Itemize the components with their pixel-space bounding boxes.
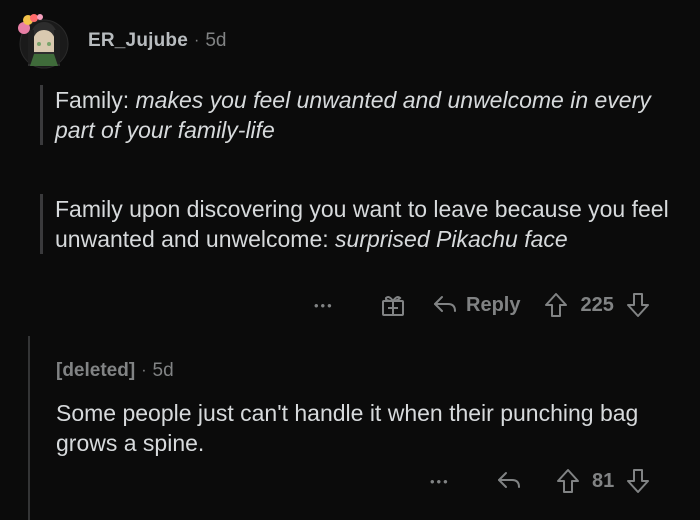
- downvote-button[interactable]: [626, 292, 650, 318]
- comment-body: Some people just can't handle it when th…: [56, 400, 639, 456]
- quote-block-2: Family upon discovering you want to leav…: [40, 194, 675, 254]
- comment-header: ER_Jujube · 5d: [88, 30, 226, 52]
- quote-1-italic: makes you feel unwanted and unwelcome in…: [55, 87, 651, 143]
- reply-arrow-icon[interactable]: [496, 470, 522, 492]
- downvote-button[interactable]: [626, 468, 650, 494]
- quote-1-prefix: Family:: [55, 87, 136, 113]
- reply-arrow-icon: [432, 294, 458, 316]
- more-options-button[interactable]: •••: [314, 298, 354, 313]
- username[interactable]: ER_Jujube: [88, 30, 188, 52]
- reply-label: Reply: [466, 293, 521, 316]
- comment-header: [deleted] · 5d: [56, 360, 174, 382]
- quote-block-1: Family: makes you feel unwanted and unwe…: [40, 85, 675, 145]
- comment-age: 5d: [152, 360, 174, 381]
- quote-2-italic: surprised Pikachu face: [335, 226, 568, 252]
- avatar[interactable]: [14, 8, 70, 70]
- upvote-button[interactable]: [556, 468, 580, 494]
- vote-score: 225: [580, 293, 614, 316]
- more-options-button[interactable]: •••: [430, 474, 466, 489]
- comment-age: 5d: [205, 30, 227, 51]
- reply-button[interactable]: Reply: [432, 294, 520, 317]
- username: [deleted]: [56, 360, 136, 381]
- separator-dot: ·: [194, 32, 200, 49]
- separator-dot: ·: [141, 362, 147, 379]
- upvote-button[interactable]: [544, 292, 568, 318]
- vote-score: 81: [592, 469, 615, 492]
- comment-1-actions: ••• Reply 225: [314, 292, 650, 318]
- comment-2-actions: ••• 81: [430, 468, 650, 494]
- thread-line[interactable]: [28, 336, 30, 520]
- gift-icon[interactable]: [380, 292, 406, 318]
